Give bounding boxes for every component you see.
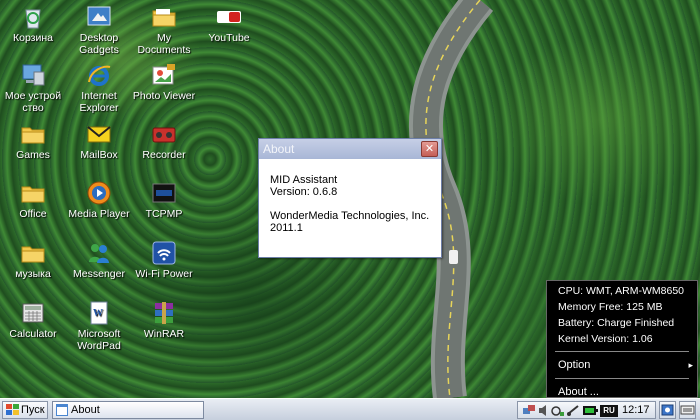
memory-info: Memory Free: 125 MB [558, 301, 663, 313]
volume-icon[interactable] [538, 404, 550, 417]
start-button[interactable]: Пуск [2, 401, 48, 419]
menu-divider [555, 351, 689, 352]
desktop-icon-my-device[interactable]: Мое устрой ство [0, 62, 66, 114]
desktop: Корзина Desktop Gadgets My Documents You… [0, 0, 700, 398]
menu-divider [555, 378, 689, 379]
tcpmp-icon [152, 183, 176, 203]
menu-item-option-label: Option [558, 359, 591, 371]
app-version: Version: 0.6.8 [270, 186, 338, 198]
internet-explorer-icon [88, 65, 111, 86]
battery-info: Battery: Charge Finished [558, 317, 675, 329]
menu-item-option[interactable]: Option ▸ [547, 356, 697, 374]
desktop-icon-office[interactable]: Office [0, 180, 66, 220]
desktop-toggle-icon [661, 404, 674, 416]
usb-icon[interactable] [566, 404, 580, 417]
desktop-icon-winrar[interactable]: WinRAR [131, 300, 197, 340]
media-player-icon [87, 181, 111, 205]
clock[interactable]: 12:17 [622, 402, 650, 418]
mail-icon [87, 126, 111, 143]
youtube-icon [217, 11, 241, 23]
desktop-icon-wordpad[interactable]: W Microsoft WordPad [66, 300, 132, 352]
taskbar-item-about[interactable]: About [52, 401, 204, 419]
recorder-icon [152, 127, 176, 143]
keyboard-button[interactable] [679, 401, 696, 419]
desktop-icon-recorder[interactable]: Recorder [131, 121, 197, 161]
app-window-icon [56, 404, 68, 416]
menu-item-about[interactable]: About ... [547, 383, 697, 398]
taskbar-item-label: About [71, 404, 100, 416]
kernel-info: Kernel Version: 1.06 [558, 333, 653, 345]
about-dialog: About ✕ MID Assistant Version: 0.6.8 Won… [258, 138, 442, 258]
desktop-icon-internet-explorer[interactable]: Internet Explorer [66, 62, 132, 114]
start-label: Пуск [21, 404, 45, 416]
messenger-icon [89, 244, 109, 263]
folder-icon [21, 186, 45, 203]
desktop-icon-photo-viewer[interactable]: Photo Viewer [131, 62, 197, 102]
app-name: MID Assistant [270, 174, 338, 186]
battery-icon[interactable] [582, 404, 598, 417]
about-dialog-body: MID Assistant Version: 0.6.8 WonderMedia… [259, 159, 441, 234]
folder-icon [21, 127, 45, 144]
wordpad-icon: W [90, 301, 108, 325]
keyboard-icon [680, 405, 695, 415]
wifi-icon [152, 241, 176, 265]
desktop-icon-calculator[interactable]: Calculator [0, 300, 66, 340]
gadgets-icon [87, 6, 111, 26]
desktop-icon-wifi-power[interactable]: Wi-Fi Power [131, 240, 197, 280]
submenu-arrow-icon: ▸ [688, 360, 693, 370]
desktop-icon-my-documents[interactable]: My Documents [131, 4, 197, 56]
system-info-popup: CPU: WMT, ARM-WM8650 Memory Free: 125 MB… [546, 280, 698, 398]
svg-text:W: W [93, 308, 103, 319]
desktop-icon-youtube[interactable]: YouTube [196, 4, 262, 44]
desktop-icon-games[interactable]: Games [0, 121, 66, 161]
windows-flag-icon [6, 404, 19, 415]
desktop-icon-mailbox[interactable]: MailBox [66, 121, 132, 161]
language-indicator[interactable]: RU [600, 405, 618, 417]
desktop-icon-music[interactable]: музыка [0, 240, 66, 280]
recycle-bin-icon [25, 9, 41, 29]
about-dialog-title: About [263, 142, 295, 156]
release-year: 2011.1 [270, 222, 303, 234]
network-icon[interactable] [522, 404, 536, 417]
company-name: WonderMedia Technologies, Inc. [270, 210, 430, 222]
desktop-icon-messenger[interactable]: Messenger [66, 240, 132, 280]
system-tray: RU 12:17 [517, 401, 656, 419]
desktop-icon-desktop-gadgets[interactable]: Desktop Gadgets [66, 4, 132, 56]
calculator-icon [22, 303, 44, 323]
desktop-toggle-button[interactable] [659, 401, 676, 419]
taskbar: Пуск About RU 12:17 [0, 398, 700, 420]
desktop-icon-tcpmp[interactable]: TCPMP [131, 180, 197, 220]
desktop-icon-media-player[interactable]: Media Player [66, 180, 132, 220]
cpu-info: CPU: WMT, ARM-WM8650 [558, 285, 685, 297]
folder-icon [21, 246, 45, 263]
folder-icon [152, 9, 176, 27]
wifi-icon[interactable] [551, 404, 565, 417]
close-button[interactable]: ✕ [421, 141, 438, 157]
about-dialog-titlebar[interactable]: About ✕ [259, 139, 441, 159]
my-device-icon [22, 64, 45, 86]
menu-item-about-label: About ... [558, 386, 599, 398]
desktop-icon-recycle-bin[interactable]: Корзина [0, 4, 66, 44]
winrar-icon [155, 302, 173, 324]
photo-viewer-icon [152, 64, 175, 85]
